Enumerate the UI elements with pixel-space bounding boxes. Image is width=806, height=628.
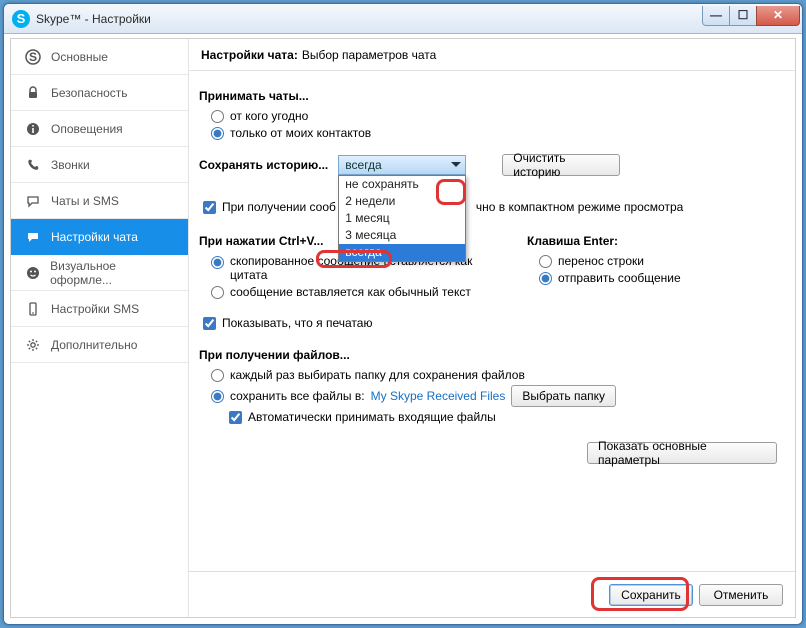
svg-text:S: S: [29, 50, 37, 64]
main-panel: Настройки чата: Выбор параметров чата Пр…: [189, 39, 795, 617]
cancel-button[interactable]: Отменить: [699, 584, 783, 606]
sidebar-item-label: Оповещения: [51, 122, 123, 136]
save-button[interactable]: Сохранить: [609, 584, 693, 606]
sidebar-item-sms-settings[interactable]: Настройки SMS: [11, 291, 188, 327]
show-typing-label: Показывать, что я печатаю: [222, 316, 372, 330]
history-label: Сохранять историю...: [199, 158, 328, 172]
files-saveto-radio[interactable]: [211, 390, 224, 403]
chevron-down-icon: [451, 162, 461, 172]
sidebar-item-label: Основные: [51, 50, 108, 64]
minimize-button[interactable]: —: [702, 6, 730, 26]
sidebar-item-chat-settings[interactable]: Настройки чата: [11, 219, 188, 255]
accept-contacts-label: только от моих контактов: [230, 126, 371, 140]
skype-logo-icon: S: [12, 10, 30, 28]
sidebar: S Основные Безопасность Оповещения: [11, 39, 189, 617]
history-option[interactable]: 1 месяц: [339, 210, 465, 227]
history-selected: всегда: [345, 158, 381, 172]
window-controls: — ☐ ✕: [703, 6, 800, 26]
sidebar-item-chats-sms[interactable]: Чаты и SMS: [11, 183, 188, 219]
ctrlv-quote-radio[interactable]: [211, 256, 224, 269]
settings-window: S Skype™ - Настройки — ☐ ✕ S Основные: [3, 3, 803, 625]
files-folder-link[interactable]: My Skype Received Files: [371, 389, 506, 403]
titlebar[interactable]: S Skype™ - Настройки — ☐ ✕: [4, 4, 802, 34]
page-header-bold: Настройки чата:: [201, 48, 298, 62]
phone-icon: [25, 157, 41, 173]
dialog-footer: Сохранить Отменить: [189, 571, 795, 617]
sidebar-item-general[interactable]: S Основные: [11, 39, 188, 75]
sidebar-item-label: Звонки: [51, 158, 90, 172]
files-ask-radio[interactable]: [211, 369, 224, 382]
sidebar-item-label: Визуальное оформле...: [50, 259, 174, 287]
compact-prefix: При получении сооб: [222, 200, 336, 214]
files-ask-label: каждый раз выбирать папку для сохранения…: [230, 368, 525, 382]
enter-newline-radio[interactable]: [539, 255, 552, 268]
clear-history-button[interactable]: Очистить историю: [502, 154, 620, 176]
accept-contacts-radio[interactable]: [211, 127, 224, 140]
show-basic-params-button[interactable]: Показать основные параметры: [587, 442, 777, 464]
sidebar-item-security[interactable]: Безопасность: [11, 75, 188, 111]
accept-chats-title: Принимать чаты...: [199, 89, 785, 103]
auto-accept-files-checkbox[interactable]: [229, 411, 242, 424]
history-option[interactable]: 3 месяца: [339, 227, 465, 244]
history-select[interactable]: всегда: [338, 155, 466, 175]
auto-accept-files-label: Автоматически принимать входящие файлы: [248, 410, 496, 424]
compact-view-checkbox[interactable]: [203, 201, 216, 214]
history-option-selected[interactable]: всегда: [339, 244, 465, 261]
history-option[interactable]: 2 недели: [339, 193, 465, 210]
files-saveto-label: сохранить все файлы в:: [230, 389, 365, 403]
sidebar-item-label: Настройки SMS: [51, 302, 139, 316]
lock-icon: [25, 85, 41, 101]
sidebar-item-visual[interactable]: Визуальное оформле...: [11, 255, 188, 291]
accept-anyone-label: от кого угодно: [230, 109, 308, 123]
accept-anyone-radio[interactable]: [211, 110, 224, 123]
enter-send-label: отправить сообщение: [558, 271, 681, 285]
sidebar-item-label: Дополнительно: [51, 338, 137, 352]
history-option[interactable]: не сохранять: [339, 176, 465, 193]
info-icon: [25, 121, 41, 137]
enter-send-radio[interactable]: [539, 272, 552, 285]
gear-icon: [25, 337, 41, 353]
files-title: При получении файлов...: [199, 348, 785, 362]
maximize-button[interactable]: ☐: [729, 6, 757, 26]
show-typing-checkbox[interactable]: [203, 317, 216, 330]
close-button[interactable]: ✕: [756, 6, 800, 26]
ctrlv-plain-radio[interactable]: [211, 286, 224, 299]
sidebar-item-label: Настройки чата: [51, 230, 138, 244]
sidebar-item-calls[interactable]: Звонки: [11, 147, 188, 183]
page-header: Настройки чата: Выбор параметров чата: [189, 39, 795, 71]
sidebar-item-label: Безопасность: [51, 86, 128, 100]
mobile-icon: [25, 301, 41, 317]
compact-suffix: чно в компактном режиме просмотра: [476, 200, 683, 214]
sidebar-item-notifications[interactable]: Оповещения: [11, 111, 188, 147]
chat-filled-icon: [25, 229, 41, 245]
sidebar-item-label: Чаты и SMS: [51, 194, 119, 208]
enter-title: Клавиша Enter:: [527, 234, 785, 248]
chat-icon: [25, 193, 41, 209]
sidebar-item-advanced[interactable]: Дополнительно: [11, 327, 188, 363]
browse-folder-button[interactable]: Выбрать папку: [511, 385, 616, 407]
window-title: Skype™ - Настройки: [36, 12, 151, 26]
page-header-rest: Выбор параметров чата: [302, 48, 436, 62]
ctrlv-plain-label: сообщение вставляется как обычный текст: [230, 285, 471, 299]
smiley-icon: [25, 265, 40, 281]
skype-icon: S: [25, 49, 41, 65]
enter-newline-label: перенос строки: [558, 254, 644, 268]
history-dropdown: не сохранять 2 недели 1 месяц 3 месяца в…: [338, 175, 466, 262]
